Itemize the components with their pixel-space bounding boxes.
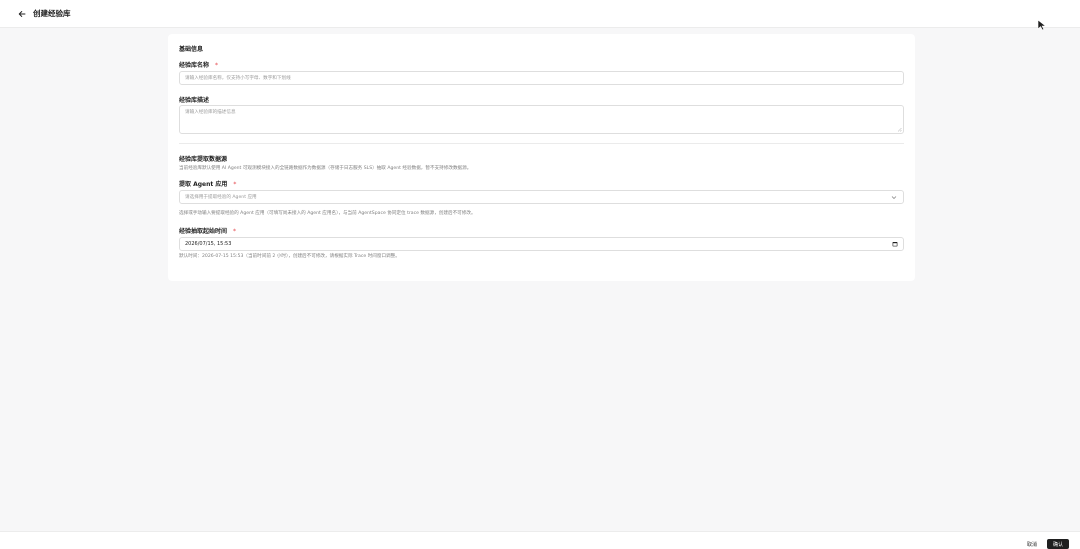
page-header: 创建经验库 [0, 0, 1080, 28]
start-time-value: 2026/07/15, 15:53 [185, 241, 232, 247]
required-mark: * [215, 62, 219, 69]
basic-info-section-title: 基础信息 [179, 46, 204, 53]
page-title: 创建经验库 [33, 9, 71, 18]
description-textarea[interactable]: 请输入经验库的描述信息 [179, 105, 904, 134]
name-label-text: 经验库名称 [179, 62, 210, 69]
chevron-down-icon [891, 195, 897, 200]
agent-label: 提取 Agent 应用 * [179, 179, 236, 188]
confirm-button[interactable]: 确认 [1047, 539, 1069, 549]
calendar-icon[interactable] [892, 241, 898, 247]
name-placeholder: 请输入经验库名称，仅支持小写字母、数字和下划线 [185, 76, 291, 81]
time-label: 经验抽取起始时间 * [179, 226, 236, 235]
footer-bar [0, 531, 1080, 549]
required-mark: * [233, 228, 237, 235]
source-section-title: 经验库提取数据源 [179, 156, 228, 163]
agent-placeholder: 请选择用于提取经验的 Agent 应用 [185, 195, 257, 200]
time-label-text: 经验抽取起始时间 [179, 228, 228, 235]
section-divider [179, 143, 904, 144]
description-placeholder: 请输入经验库的描述信息 [185, 110, 236, 115]
agent-select[interactable]: 请选择用于提取经验的 Agent 应用 [179, 190, 904, 204]
mouse-cursor-icon [1037, 16, 1047, 31]
start-time-input[interactable]: 2026/07/15, 15:53 [179, 237, 904, 251]
description-label: 经验库描述 [179, 97, 210, 104]
time-help-text: 默认时间：2026-07-15 15:53（当前时间前 2 小时），创建后不可修… [179, 254, 400, 259]
resize-handle-icon[interactable] [897, 127, 902, 132]
name-input[interactable]: 请输入经验库名称，仅支持小写字母、数字和下划线 [179, 71, 904, 85]
source-help-text: 当前经验库默认使用 AI Agent 可观测模块接入的全链路数据作为数据源（存储… [179, 166, 472, 171]
agent-label-text: 提取 Agent 应用 [179, 181, 228, 188]
back-arrow-icon[interactable] [17, 9, 27, 19]
required-mark: * [233, 181, 237, 188]
cancel-button[interactable]: 取消 [1022, 539, 1042, 549]
name-label: 经验库名称 * [179, 60, 218, 69]
form-card: 基础信息 经验库名称 * 请输入经验库名称，仅支持小写字母、数字和下划线 经验库描… [168, 34, 915, 281]
agent-help-text: 选择或手动输入要提取经验的 Agent 应用（可填写尚未接入的 Agent 应用… [179, 211, 476, 216]
